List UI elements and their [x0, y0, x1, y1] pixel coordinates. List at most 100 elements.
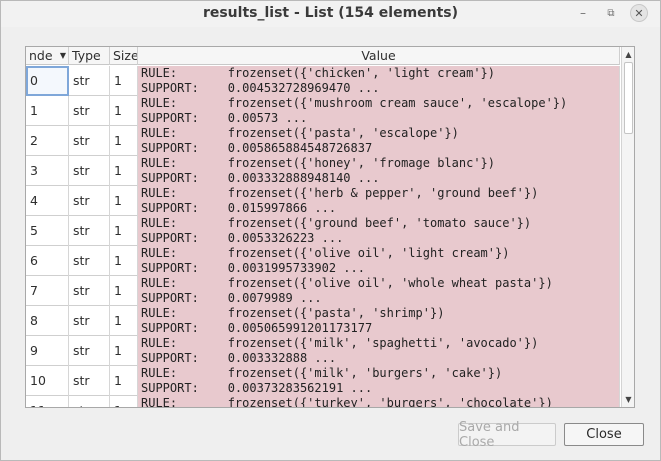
table-row[interactable]: 10 str 1 RULE: frozenset({'milk', 'burge…: [26, 366, 620, 396]
size-cell[interactable]: 1: [110, 336, 138, 366]
table-row[interactable]: 2 str 1 RULE: frozenset({'pasta', 'escal…: [26, 126, 620, 156]
value-cell[interactable]: RULE: frozenset({'milk', 'burgers', 'cak…: [138, 366, 620, 396]
table-row[interactable]: 4 str 1 RULE: frozenset({'herb & pepper'…: [26, 186, 620, 216]
column-header-value[interactable]: Value: [138, 47, 620, 65]
scroll-down-icon[interactable]: ▼: [622, 393, 634, 406]
column-header-type[interactable]: Type: [69, 47, 110, 65]
rule-line: RULE: frozenset({'herb & pepper', 'groun…: [141, 186, 539, 200]
type-cell[interactable]: str: [69, 186, 110, 216]
size-cell[interactable]: 1: [110, 156, 138, 186]
table-row[interactable]: 0 str 1 RULE: frozenset({'chicken', 'lig…: [26, 66, 620, 96]
scroll-up-icon[interactable]: ▲: [622, 48, 634, 61]
type-cell[interactable]: str: [69, 216, 110, 246]
type-cell[interactable]: str: [69, 156, 110, 186]
table-body[interactable]: 0 str 1 RULE: frozenset({'chicken', 'lig…: [26, 66, 620, 408]
size-cell[interactable]: 1: [110, 306, 138, 336]
table-row[interactable]: 3 str 1 RULE: frozenset({'honey', 'froma…: [26, 156, 620, 186]
type-cell[interactable]: str: [69, 66, 110, 96]
value-cell[interactable]: RULE: frozenset({'honey', 'fromage blanc…: [138, 156, 620, 186]
type-cell[interactable]: str: [69, 126, 110, 156]
size-cell[interactable]: 1: [110, 246, 138, 276]
index-cell[interactable]: 1: [26, 96, 69, 126]
support-line: SUPPORT: 0.015997866 ...: [141, 200, 337, 215]
index-cell[interactable]: 8: [26, 306, 69, 336]
table-row[interactable]: 5 str 1 RULE: frozenset({'ground beef', …: [26, 216, 620, 246]
index-cell[interactable]: 5: [26, 216, 69, 246]
list-editor-dialog: results_list - List (154 elements) – ⧉ ✕…: [0, 0, 661, 461]
rule-line: RULE: frozenset({'mushroom cream sauce',…: [141, 96, 568, 110]
title-bar[interactable]: results_list - List (154 elements) – ⧉ ✕: [1, 1, 660, 27]
rule-line: RULE: frozenset({'honey', 'fromage blanc…: [141, 156, 496, 170]
value-cell[interactable]: RULE: frozenset({'pasta', 'escalope'}) S…: [138, 126, 620, 156]
window-title: results_list - List (154 elements): [202, 5, 459, 21]
rule-line: RULE: frozenset({'pasta', 'escalope'}): [141, 126, 459, 140]
support-line: SUPPORT: 0.003332888 ...: [141, 350, 337, 365]
type-cell[interactable]: str: [69, 336, 110, 366]
type-cell[interactable]: str: [69, 396, 110, 407]
index-cell[interactable]: 10: [26, 366, 69, 396]
table-header: nde ▼ Type Size Value: [26, 47, 620, 65]
value-cell[interactable]: RULE: frozenset({'olive oil', 'whole whe…: [138, 276, 620, 306]
table-row[interactable]: 7 str 1 RULE: frozenset({'olive oil', 'w…: [26, 276, 620, 306]
table-row[interactable]: 8 str 1 RULE: frozenset({'pasta', 'shrim…: [26, 306, 620, 336]
support-line: SUPPORT: 0.003332888948140 ...: [141, 170, 380, 185]
index-cell[interactable]: 11: [26, 396, 69, 407]
rule-line: RULE: frozenset({'turkey', 'burgers', 'c…: [141, 396, 553, 408]
sort-descending-icon: ▼: [59, 51, 66, 60]
size-cell[interactable]: 1: [110, 276, 138, 306]
index-cell[interactable]: 9: [26, 336, 69, 366]
size-cell[interactable]: 1: [110, 366, 138, 396]
type-cell[interactable]: str: [69, 366, 110, 396]
value-cell[interactable]: RULE: frozenset({'herb & pepper', 'groun…: [138, 186, 620, 216]
value-cell[interactable]: RULE: frozenset({'turkey', 'burgers', 'c…: [138, 396, 620, 408]
rule-line: RULE: frozenset({'chicken', 'light cream…: [141, 66, 496, 80]
close-button[interactable]: Close: [564, 423, 644, 446]
size-cell[interactable]: 1: [110, 126, 138, 156]
rule-line: RULE: frozenset({'olive oil', 'whole whe…: [141, 276, 553, 290]
type-cell[interactable]: str: [69, 96, 110, 126]
support-line: SUPPORT: 0.00573 ...: [141, 110, 308, 125]
table-row[interactable]: 9 str 1 RULE: frozenset({'milk', 'spaghe…: [26, 336, 620, 366]
table-row[interactable]: 6 str 1 RULE: frozenset({'olive oil', 'l…: [26, 246, 620, 276]
index-cell[interactable]: 4: [26, 186, 69, 216]
rule-line: RULE: frozenset({'milk', 'spaghetti', 'a…: [141, 336, 539, 350]
value-cell[interactable]: RULE: frozenset({'mushroom cream sauce',…: [138, 96, 620, 126]
save-and-close-button[interactable]: Save and Close: [458, 420, 556, 450]
column-header-index[interactable]: nde ▼: [26, 47, 69, 65]
support-line: SUPPORT: 0.0079989 ...: [141, 290, 322, 305]
table-row[interactable]: 11 str 1 RULE: frozenset({'turkey', 'bur…: [26, 396, 620, 408]
support-line: SUPPORT: 0.004532728969470 ...: [141, 80, 380, 95]
maximize-icon[interactable]: ⧉: [602, 4, 620, 22]
index-cell[interactable]: 3: [26, 156, 69, 186]
close-window-icon[interactable]: ✕: [630, 4, 648, 22]
support-line: SUPPORT: 0.0031995733902 ...: [141, 260, 365, 275]
index-cell[interactable]: 7: [26, 276, 69, 306]
type-cell[interactable]: str: [69, 306, 110, 336]
support-line: SUPPORT: 0.00373283562191 ...: [141, 380, 373, 395]
list-table[interactable]: nde ▼ Type Size Value 0 str 1 RULE: froz…: [25, 46, 635, 408]
table-row[interactable]: 1 str 1 RULE: frozenset({'mushroom cream…: [26, 96, 620, 126]
type-cell[interactable]: str: [69, 246, 110, 276]
size-cell[interactable]: 1: [110, 216, 138, 246]
index-cell[interactable]: 6: [26, 246, 69, 276]
type-cell[interactable]: str: [69, 276, 110, 306]
rule-line: RULE: frozenset({'ground beef', 'tomato …: [141, 216, 532, 230]
column-header-size[interactable]: Size: [110, 47, 138, 65]
support-line: SUPPORT: 0.005065991201173177: [141, 320, 373, 335]
rule-line: RULE: frozenset({'milk', 'burgers', 'cak…: [141, 366, 503, 380]
column-header-index-label: nde: [29, 48, 53, 63]
scrollbar-thumb[interactable]: [624, 62, 633, 134]
value-cell[interactable]: RULE: frozenset({'ground beef', 'tomato …: [138, 216, 620, 246]
size-cell[interactable]: 1: [110, 66, 138, 96]
size-cell[interactable]: 1: [110, 186, 138, 216]
value-cell[interactable]: RULE: frozenset({'pasta', 'shrimp'}) SUP…: [138, 306, 620, 336]
index-cell[interactable]: 0: [26, 66, 69, 96]
size-cell[interactable]: 1: [110, 96, 138, 126]
vertical-scrollbar[interactable]: ▲ ▼: [621, 47, 634, 407]
size-cell[interactable]: 1: [110, 396, 138, 407]
index-cell[interactable]: 2: [26, 126, 69, 156]
minimize-icon[interactable]: –: [574, 4, 592, 22]
value-cell[interactable]: RULE: frozenset({'chicken', 'light cream…: [138, 66, 620, 96]
value-cell[interactable]: RULE: frozenset({'olive oil', 'light cre…: [138, 246, 620, 276]
value-cell[interactable]: RULE: frozenset({'milk', 'spaghetti', 'a…: [138, 336, 620, 366]
